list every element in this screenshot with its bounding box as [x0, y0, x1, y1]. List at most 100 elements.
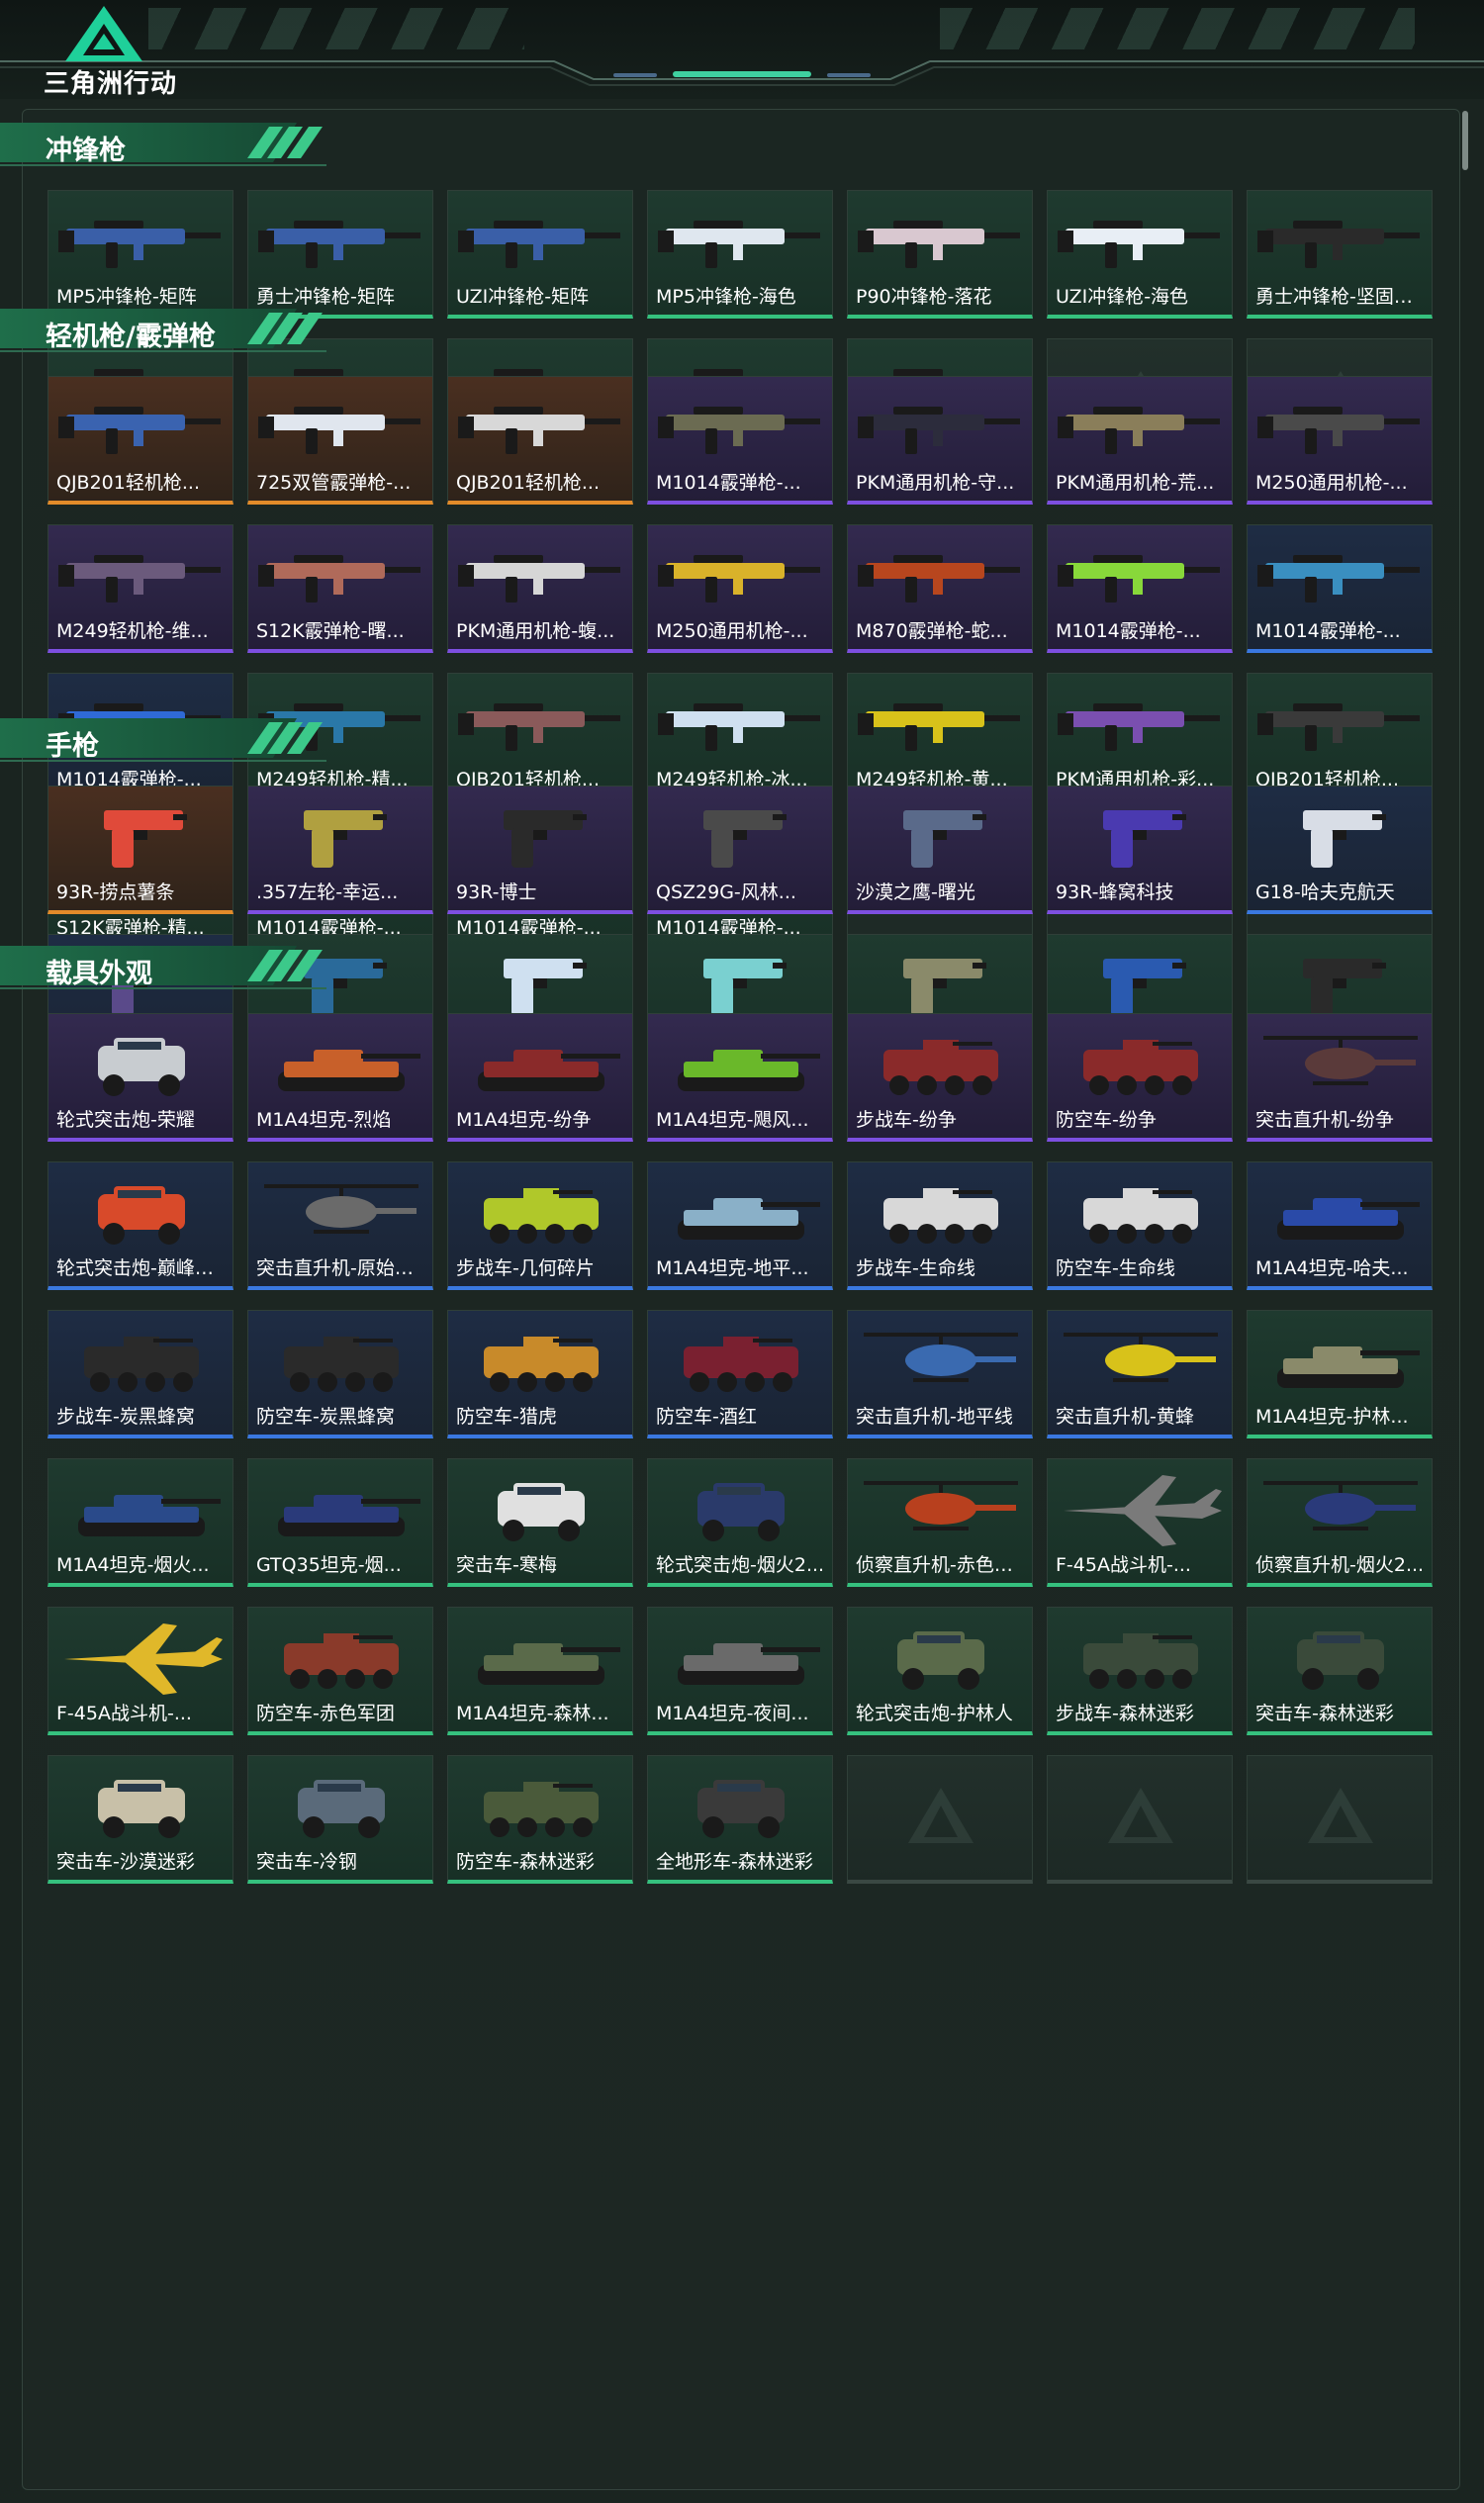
- vehicle-image: [98, 1186, 185, 1245]
- weapon-image: [658, 555, 820, 603]
- weapon-image: [858, 703, 1020, 751]
- skin-card[interactable]: 防空车-纷争: [1047, 1013, 1233, 1142]
- empty-slot-logo-icon: [1108, 1788, 1173, 1843]
- skin-card[interactable]: M1014霰弹枪-...: [1247, 524, 1433, 653]
- skin-card[interactable]: 725双管霰弹枪-...: [247, 376, 433, 505]
- weapon-image: [1058, 703, 1220, 751]
- skin-card[interactable]: M1A4坦克-纷争: [447, 1013, 633, 1142]
- skin-card[interactable]: UZI冲锋枪-海色: [1047, 190, 1233, 319]
- skin-card[interactable]: 轮式突击炮-巅峰竞...: [47, 1161, 233, 1290]
- skin-card[interactable]: 轮式突击炮-烟火2...: [647, 1458, 833, 1587]
- skin-card[interactable]: PKM通用机枪-荒...: [1047, 376, 1233, 505]
- skin-card[interactable]: 步战车-森林迷彩: [1047, 1607, 1233, 1735]
- skin-card[interactable]: M249轻机枪-黄...: [847, 673, 1033, 801]
- skin-name: M249轻机枪-维...: [56, 620, 209, 642]
- skin-card[interactable]: 93R-捞点薯条: [47, 786, 233, 914]
- skin-card[interactable]: 突击车-冷钢: [247, 1755, 433, 1884]
- skin-card[interactable]: 防空车-生命线: [1047, 1161, 1233, 1290]
- scrollbar-thumb[interactable]: [1462, 111, 1468, 170]
- skin-card[interactable]: M1A4坦克-哈夫...: [1247, 1161, 1433, 1290]
- skin-card[interactable]: 防空车-森林迷彩: [447, 1755, 633, 1884]
- skin-card[interactable]: F-45A战斗机-...: [1047, 1458, 1233, 1587]
- skin-card[interactable]: M1014霰弹枪-...: [647, 376, 833, 505]
- skin-card[interactable]: UZI冲锋枪-矩阵: [447, 190, 633, 319]
- skin-card[interactable]: QJB201轻机枪...: [47, 376, 233, 505]
- skin-card[interactable]: M1A4坦克-地平...: [647, 1161, 833, 1290]
- skin-name: 93R-捞点薯条: [56, 881, 175, 903]
- section-header: 载具外观: [0, 942, 326, 993]
- header-decoration-right: [940, 8, 1415, 49]
- tank-image: [1277, 1346, 1420, 1388]
- skin-card[interactable]: QJB201轻机枪...: [447, 376, 633, 505]
- skin-card[interactable]: 沙漠之鹰-曙光: [847, 786, 1033, 914]
- skin-name: 侦察直升机-烟火2...: [1255, 1554, 1425, 1576]
- helicopter-image: [1263, 1036, 1418, 1085]
- skin-name: 防空车-赤色军团: [256, 1703, 395, 1724]
- skin-card[interactable]: 勇士冲锋枪-矩阵: [247, 190, 433, 319]
- skin-card[interactable]: 防空车-炭黑蜂窝: [247, 1310, 433, 1438]
- tank-image: [678, 1198, 820, 1240]
- skin-card[interactable]: 勇士冲锋枪-坚固材...: [1247, 190, 1433, 319]
- skin-card[interactable]: 步战车-几何碎片: [447, 1161, 633, 1290]
- skin-card[interactable]: M1A4坦克-烈焰: [247, 1013, 433, 1142]
- skin-card[interactable]: 93R-蜂窝科技: [1047, 786, 1233, 914]
- weapon-image: [1058, 221, 1220, 268]
- skin-card[interactable]: 防空车-赤色军团: [247, 1607, 433, 1735]
- skin-card[interactable]: QSZ29G-风林...: [647, 786, 833, 914]
- skin-card[interactable]: M250通用机枪-...: [1247, 376, 1433, 505]
- tank-image: [78, 1495, 221, 1536]
- section-header: 轻机枪/霰弹枪: [0, 305, 326, 356]
- skin-card[interactable]: P90冲锋枪-落花: [847, 190, 1033, 319]
- skin-card[interactable]: MP5冲锋枪-海色: [647, 190, 833, 319]
- skin-card[interactable]: QJB201轻机枪...: [1247, 673, 1433, 801]
- skin-card[interactable]: M1A4坦克-夜间...: [647, 1607, 833, 1735]
- skin-card[interactable]: 侦察直升机-赤色军...: [847, 1458, 1033, 1587]
- skin-card[interactable]: 侦察直升机-烟火2...: [1247, 1458, 1433, 1587]
- skin-card[interactable]: M1A4坦克-飓风...: [647, 1013, 833, 1142]
- skin-card[interactable]: GTQ35坦克-烟...: [247, 1458, 433, 1587]
- skin-card[interactable]: 突击车-寒梅: [447, 1458, 633, 1587]
- skin-card[interactable]: F-45A战斗机-...: [47, 1607, 233, 1735]
- weapon-image: [858, 555, 1020, 603]
- skin-card[interactable]: 全地形车-森林迷彩: [647, 1755, 833, 1884]
- skin-card[interactable]: 93R-博士: [447, 786, 633, 914]
- skin-card[interactable]: QJB201轻机枪...: [447, 673, 633, 801]
- skin-card[interactable]: 防空车-酒红: [647, 1310, 833, 1438]
- skin-card[interactable]: M249轻机枪-维...: [47, 524, 233, 653]
- skin-card[interactable]: M1A4坦克-森林...: [447, 1607, 633, 1735]
- skin-card[interactable]: M250通用机枪-...: [647, 524, 833, 653]
- skin-card[interactable]: 防空车-猎虎: [447, 1310, 633, 1438]
- skin-card[interactable]: MP5冲锋枪-矩阵: [47, 190, 233, 319]
- skin-card[interactable]: M870霰弹枪-蛇...: [847, 524, 1033, 653]
- skin-card[interactable]: 轮式突击炮-护林人: [847, 1607, 1033, 1735]
- skin-name: 防空车-猎虎: [456, 1406, 557, 1428]
- skin-name: P90冲锋枪-落花: [856, 286, 992, 308]
- skin-card[interactable]: 轮式突击炮-荣耀: [47, 1013, 233, 1142]
- skin-card[interactable]: 突击直升机-纷争: [1247, 1013, 1433, 1142]
- skin-card[interactable]: 突击直升机-黄蜂: [1047, 1310, 1233, 1438]
- skin-card[interactable]: M1A4坦克-烟火...: [47, 1458, 233, 1587]
- skin-card[interactable]: M249轻机枪-冰...: [647, 673, 833, 801]
- skin-card[interactable]: .357左轮-幸运...: [247, 786, 433, 914]
- armored-vehicle-image: [484, 1337, 599, 1392]
- skin-card[interactable]: M1014霰弹枪-...: [1047, 524, 1233, 653]
- skin-card[interactable]: 突击直升机-地平线: [847, 1310, 1033, 1438]
- skin-card[interactable]: G18-哈夫克航天: [1247, 786, 1433, 914]
- skin-card[interactable]: PKM通用机枪-蝮...: [447, 524, 633, 653]
- pistol-image: [104, 810, 187, 868]
- skin-card[interactable]: PKM通用机枪-守...: [847, 376, 1033, 505]
- skin-card[interactable]: 突击车-沙漠迷彩: [47, 1755, 233, 1884]
- skin-card[interactable]: PKM通用机枪-彩...: [1047, 673, 1233, 801]
- skin-name: M870霰弹枪-蛇...: [856, 620, 1008, 642]
- skin-card[interactable]: S12K霰弹枪-曙...: [247, 524, 433, 653]
- skin-card[interactable]: 突击车-森林迷彩: [1247, 1607, 1433, 1735]
- skin-card[interactable]: 步战车-生命线: [847, 1161, 1033, 1290]
- skin-card[interactable]: M1A4坦克-护林...: [1247, 1310, 1433, 1438]
- weapon-image: [658, 221, 820, 268]
- skin-card[interactable]: 突击直升机-原始伪...: [247, 1161, 433, 1290]
- skin-name: M1014霰弹枪-...: [1056, 620, 1201, 642]
- skin-card[interactable]: 步战车-炭黑蜂窝: [47, 1310, 233, 1438]
- vehicle-image: [1297, 1631, 1384, 1690]
- skin-card[interactable]: 步战车-纷争: [847, 1013, 1033, 1142]
- armored-vehicle-image: [883, 1040, 998, 1095]
